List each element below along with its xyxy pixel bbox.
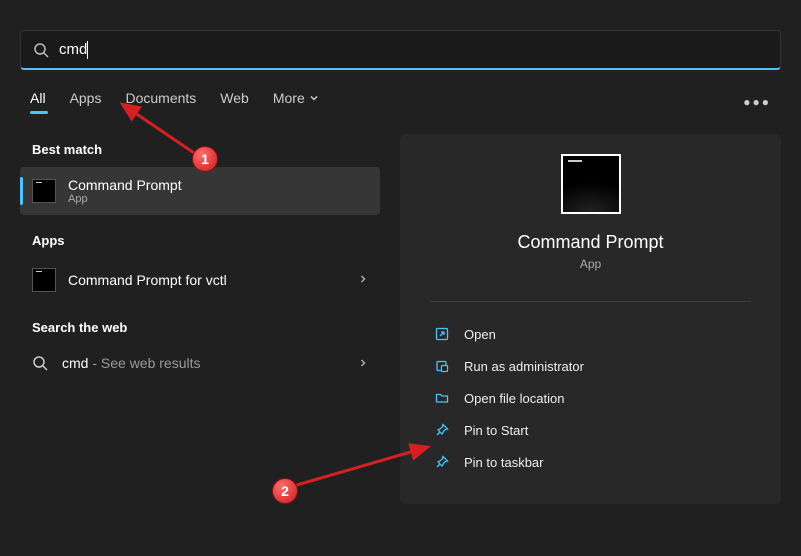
annotation-badge-1: 1 [192, 146, 218, 172]
pin-icon [434, 454, 450, 470]
action-label: Pin to Start [464, 423, 528, 438]
chevron-right-icon [358, 271, 368, 289]
result-title: Command Prompt [68, 177, 182, 193]
folder-icon [434, 390, 450, 406]
divider [430, 301, 751, 302]
open-icon [434, 326, 450, 342]
result-cmd-vctl[interactable]: Command Prompt for vctl [20, 258, 380, 302]
overflow-menu[interactable]: ●●● [743, 95, 771, 109]
section-apps: Apps [20, 225, 380, 258]
cmd-icon-large [561, 154, 621, 214]
admin-shield-icon [434, 358, 450, 374]
web-suffix: - See web results [88, 355, 200, 371]
result-command-prompt[interactable]: Command Prompt App [20, 167, 380, 215]
detail-title: Command Prompt [517, 232, 663, 253]
action-label: Run as administrator [464, 359, 584, 374]
pin-icon [434, 422, 450, 438]
cmd-icon [32, 179, 56, 203]
tab-web[interactable]: Web [220, 90, 249, 114]
action-list: Open Run as administrator Open file loca… [400, 312, 781, 484]
tab-apps[interactable]: Apps [70, 90, 102, 114]
annotation-badge-2: 2 [272, 478, 298, 504]
tab-more-label: More [273, 90, 305, 106]
chevron-down-icon [309, 93, 319, 103]
action-open[interactable]: Open [420, 318, 761, 350]
filter-tabs: All Apps Documents Web More ●●● [0, 70, 801, 124]
tab-all[interactable]: All [30, 90, 46, 114]
cmd-icon [32, 268, 56, 292]
result-subtitle: App [68, 193, 182, 205]
section-web: Search the web [20, 312, 380, 345]
results-column: Best match Command Prompt App Apps Comma… [20, 134, 380, 504]
tab-documents[interactable]: Documents [125, 90, 196, 114]
action-label: Open [464, 327, 496, 342]
action-run-admin[interactable]: Run as administrator [420, 350, 761, 382]
action-open-location[interactable]: Open file location [420, 382, 761, 414]
tab-more[interactable]: More [273, 90, 319, 114]
detail-subtitle: App [580, 257, 601, 271]
chevron-right-icon [358, 355, 368, 371]
search-icon [32, 355, 48, 371]
action-pin-taskbar[interactable]: Pin to taskbar [420, 446, 761, 478]
result-title: Command Prompt for vctl [68, 272, 227, 288]
action-pin-start[interactable]: Pin to Start [420, 414, 761, 446]
web-term: cmd [62, 355, 88, 371]
detail-panel: Command Prompt App Open Run as administr… [400, 134, 781, 504]
search-bar[interactable]: cmd [20, 30, 781, 70]
action-label: Open file location [464, 391, 564, 406]
result-web-cmd[interactable]: cmd - See web results [20, 345, 380, 381]
action-label: Pin to taskbar [464, 455, 544, 470]
